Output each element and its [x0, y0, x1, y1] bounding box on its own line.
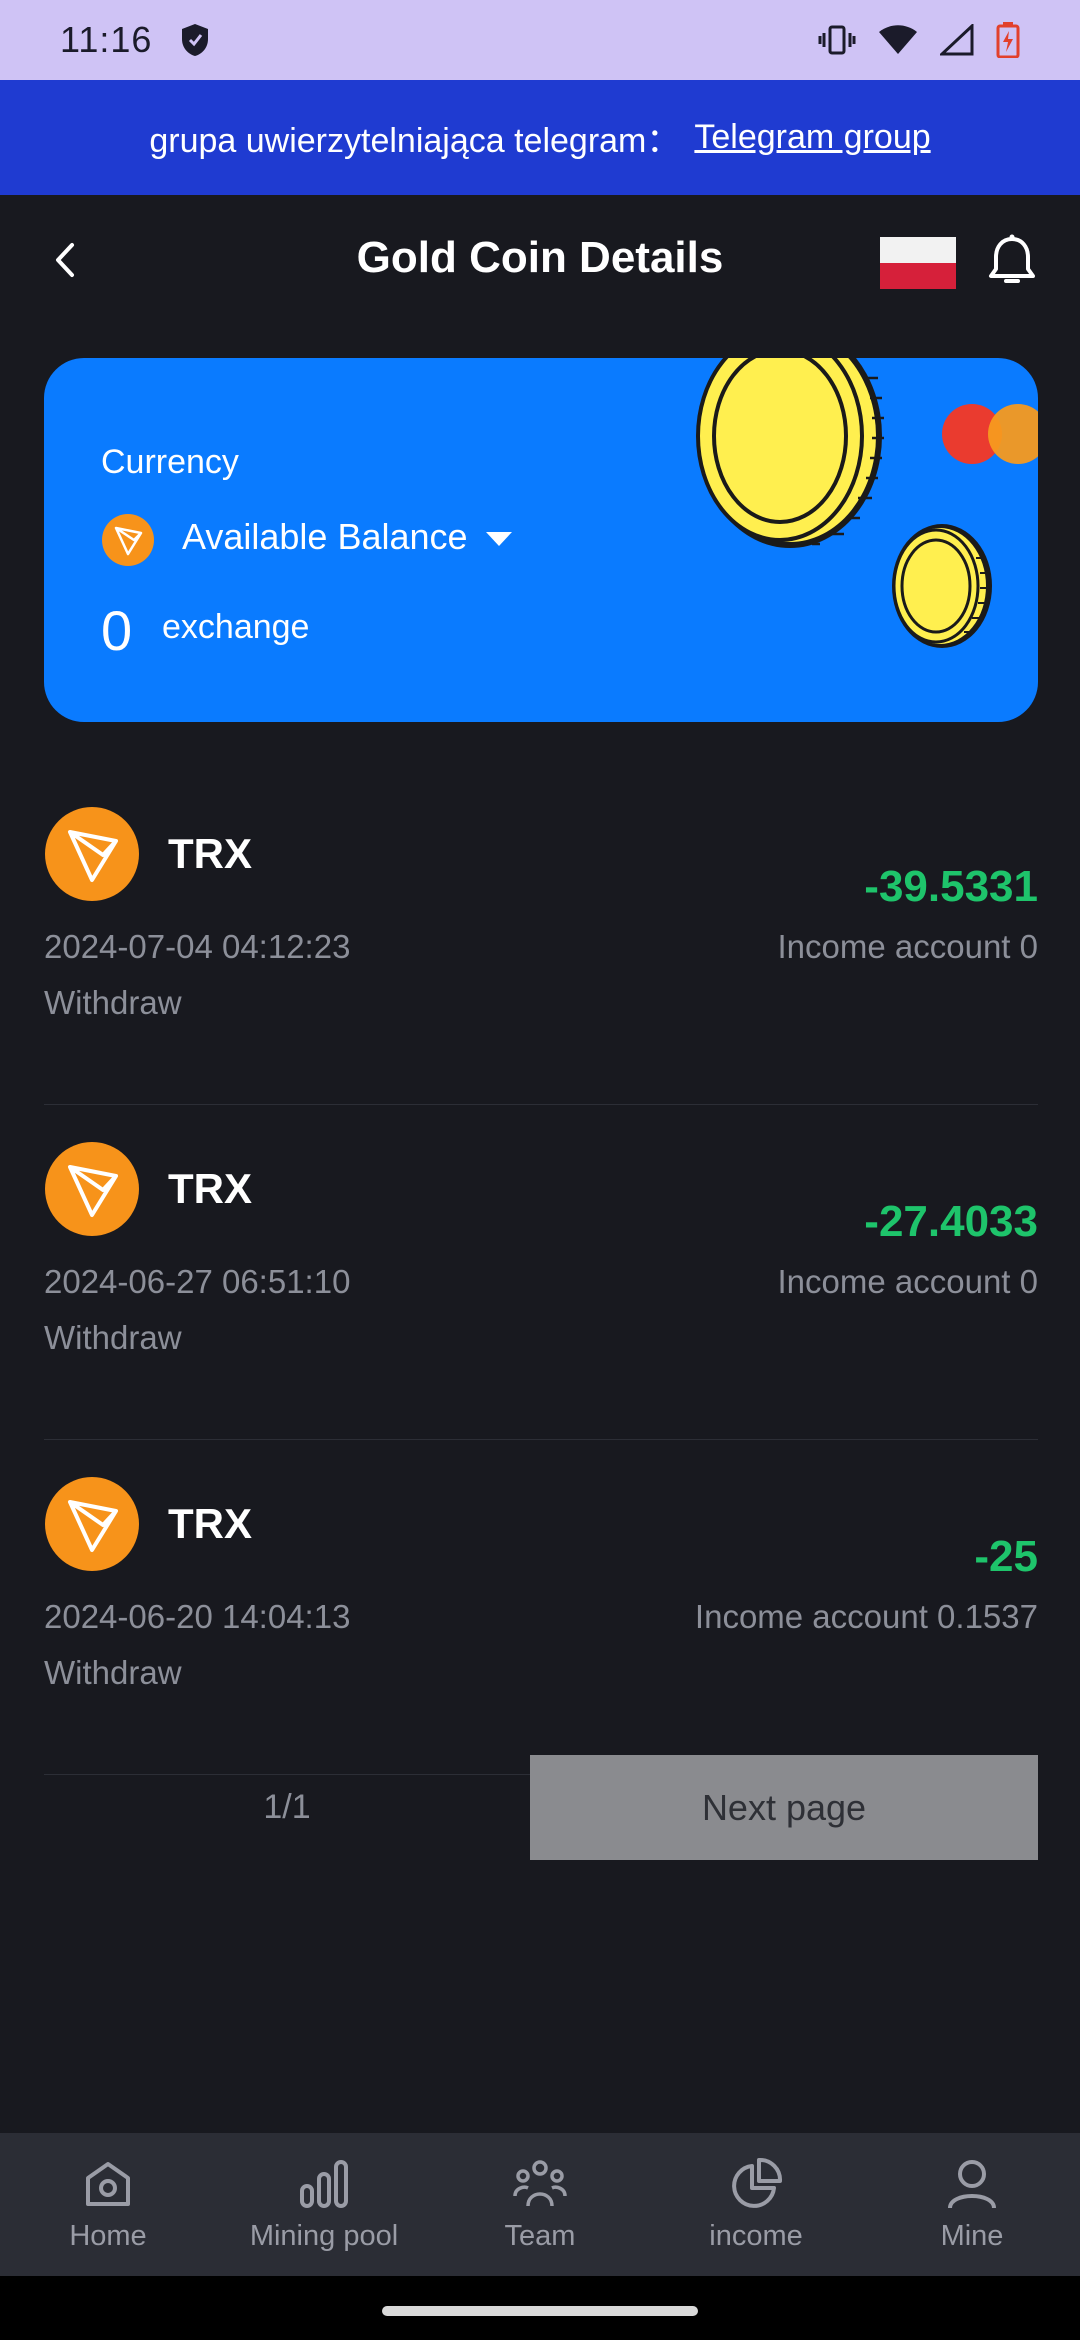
balance-amount: 0: [101, 599, 133, 662]
currency-label: Currency: [101, 443, 239, 481]
telegram-group-link[interactable]: Telegram group: [694, 118, 930, 157]
home-gesture-bar[interactable]: [382, 2306, 698, 2316]
user-icon: [948, 2160, 996, 2209]
nav-label: Home: [69, 2220, 147, 2252]
tx-type: Withdraw: [44, 1654, 182, 1691]
transaction-list: TRX -39.5331 2024-07-04 04:12:23 Income …: [44, 770, 1038, 1775]
gold-coins-illustration: [696, 358, 1038, 648]
status-bar: 11:16: [0, 0, 1080, 80]
nav-label: Team: [504, 2220, 576, 2252]
nav-item-team[interactable]: Team: [432, 2133, 648, 2276]
trx-coin-icon: [45, 1477, 139, 1571]
tx-amount: -25: [974, 1532, 1038, 1581]
tx-amount: -39.5331: [864, 862, 1038, 911]
page-header: Gold Coin Details: [0, 195, 1080, 325]
home-icon: [86, 2162, 130, 2206]
nav-label: Mining pool: [249, 2220, 399, 2252]
list-item[interactable]: TRX -39.5331 2024-07-04 04:12:23 Income …: [44, 770, 1038, 1105]
bottom-nav: Home Mining pool Team income Mine: [0, 2133, 1080, 2276]
tx-amount: -27.4033: [864, 1197, 1038, 1246]
list-item[interactable]: TRX -27.4033 2024-06-27 06:51:10 Income …: [44, 1105, 1038, 1440]
team-icon: [513, 2160, 567, 2207]
status-icons: [818, 22, 1020, 58]
trx-coin-icon: [45, 807, 139, 901]
poland-flag-icon[interactable]: [880, 237, 956, 289]
next-page-button[interactable]: Next page: [530, 1755, 1038, 1860]
tx-type: Withdraw: [44, 984, 182, 1021]
tx-date: 2024-07-04 04:12:23: [44, 928, 351, 965]
pie-chart-icon: [732, 2158, 782, 2208]
pagination: 1/1 Next page: [44, 1755, 1038, 1860]
tx-date: 2024-06-20 14:04:13: [44, 1598, 351, 1635]
page-indicator: 1/1: [263, 1788, 311, 1826]
nav-label: income: [709, 2220, 803, 2252]
battery-icon: [996, 22, 1020, 58]
tx-date: 2024-06-27 06:51:10: [44, 1263, 351, 1300]
trx-coin-icon: [102, 514, 154, 566]
tx-account: Income account 0: [777, 1263, 1039, 1300]
signal-icon: [940, 24, 974, 56]
exchange-link[interactable]: exchange: [162, 608, 309, 647]
bar-chart-icon: [300, 2160, 348, 2208]
tx-account: Income account 0.1537: [694, 1598, 1038, 1635]
nav-item-mining-pool[interactable]: Mining pool: [216, 2133, 432, 2276]
coin-name: TRX: [168, 830, 252, 877]
balance-card: Currency Available Balance 0 exchange: [44, 358, 1038, 722]
nav-item-income[interactable]: income: [648, 2133, 864, 2276]
banner-text: grupa uwierzytelniająca telegram：: [149, 122, 681, 160]
wifi-icon: [879, 25, 917, 54]
vibrate-icon: [818, 25, 856, 55]
nav-item-home[interactable]: Home: [0, 2133, 216, 2276]
coin-name: TRX: [168, 1500, 252, 1547]
nav-label: Mine: [940, 2220, 1004, 2252]
bell-icon[interactable]: [984, 233, 1040, 289]
gesture-area: [0, 2276, 1080, 2340]
status-time: 11:16: [60, 19, 153, 60]
coin-name: TRX: [168, 1165, 252, 1212]
nav-item-mine[interactable]: Mine: [864, 2133, 1080, 2276]
shield-icon: [182, 24, 209, 56]
telegram-banner: grupa uwierzytelniająca telegram： Telegr…: [0, 80, 1080, 195]
balance-selector[interactable]: Available Balance: [182, 516, 468, 558]
list-item[interactable]: TRX -25 2024-06-20 14:04:13 Income accou…: [44, 1440, 1038, 1775]
caret-down-icon[interactable]: [484, 530, 514, 548]
trx-coin-icon: [45, 1142, 139, 1236]
tx-type: Withdraw: [44, 1319, 182, 1356]
tx-account: Income account 0: [777, 928, 1039, 965]
